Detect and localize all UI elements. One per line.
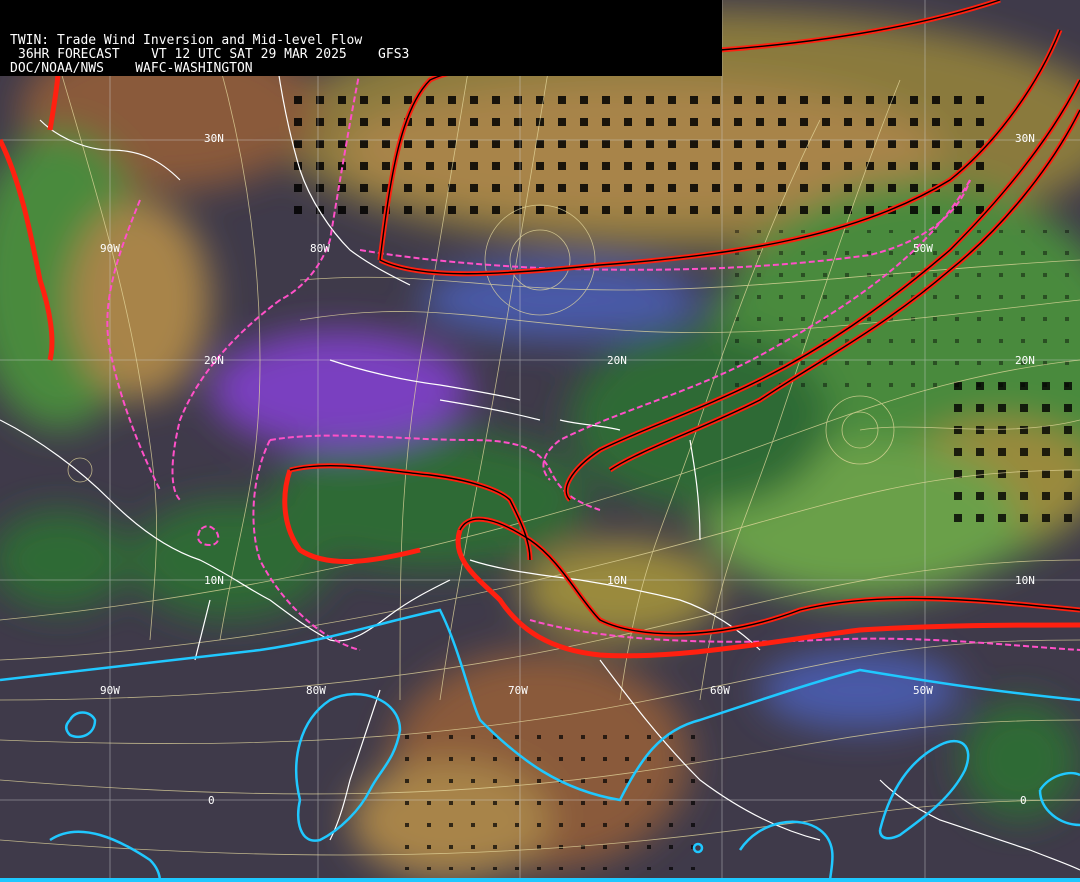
weather-map: 90W 80W 50W 30N 30N 20N 20N 20N 10N 10N … xyxy=(0,0,1080,882)
label-50w-top: 50W xyxy=(913,242,933,255)
center: WAFC-WASHINGTON xyxy=(135,61,253,76)
label-80w-top: 80W xyxy=(310,242,330,255)
stipple-east xyxy=(940,380,1080,530)
label-20n-left: 20N xyxy=(204,354,224,367)
label-eq-right: 0 xyxy=(1020,794,1027,807)
label-20n-mid: 20N xyxy=(607,354,627,367)
label-eq-left: 0 xyxy=(208,794,215,807)
valid-time: VT 12 UTC SAT 29 MAR 2025 xyxy=(151,47,347,62)
label-10n-right: 10N xyxy=(1015,574,1035,587)
label-90w-top: 90W xyxy=(100,242,120,255)
map-header: TWIN: Trade Wind Inversion and Mid-level… xyxy=(0,0,722,76)
label-30n-left: 30N xyxy=(204,132,224,145)
label-90w-bottom: 90W xyxy=(100,684,120,697)
label-70w-bottom: 70W xyxy=(508,684,528,697)
label-10n-left: 10N xyxy=(204,574,224,587)
map-title: TWIN: Trade Wind Inversion and Mid-level… xyxy=(10,33,363,48)
model-name: GFS3 xyxy=(378,47,410,62)
agency-line: DOC/NOAA/NWS WAFC-WASHINGTON xyxy=(10,62,253,75)
label-60w-bottom: 60W xyxy=(710,684,730,697)
agency: DOC/NOAA/NWS xyxy=(10,61,104,76)
forecast-line: 36HR FORECAST VT 12 UTC SAT 29 MAR 2025 … xyxy=(18,48,409,61)
label-50w-bottom: 50W xyxy=(913,684,933,697)
label-20n-right: 20N xyxy=(1015,354,1035,367)
label-80w-bottom: 80W xyxy=(306,684,326,697)
forecast-hour: 36HR FORECAST xyxy=(18,47,120,62)
label-10n-mid: 10N xyxy=(607,574,627,587)
label-30n-right: 30N xyxy=(1015,132,1035,145)
bottom-border xyxy=(0,878,1080,882)
